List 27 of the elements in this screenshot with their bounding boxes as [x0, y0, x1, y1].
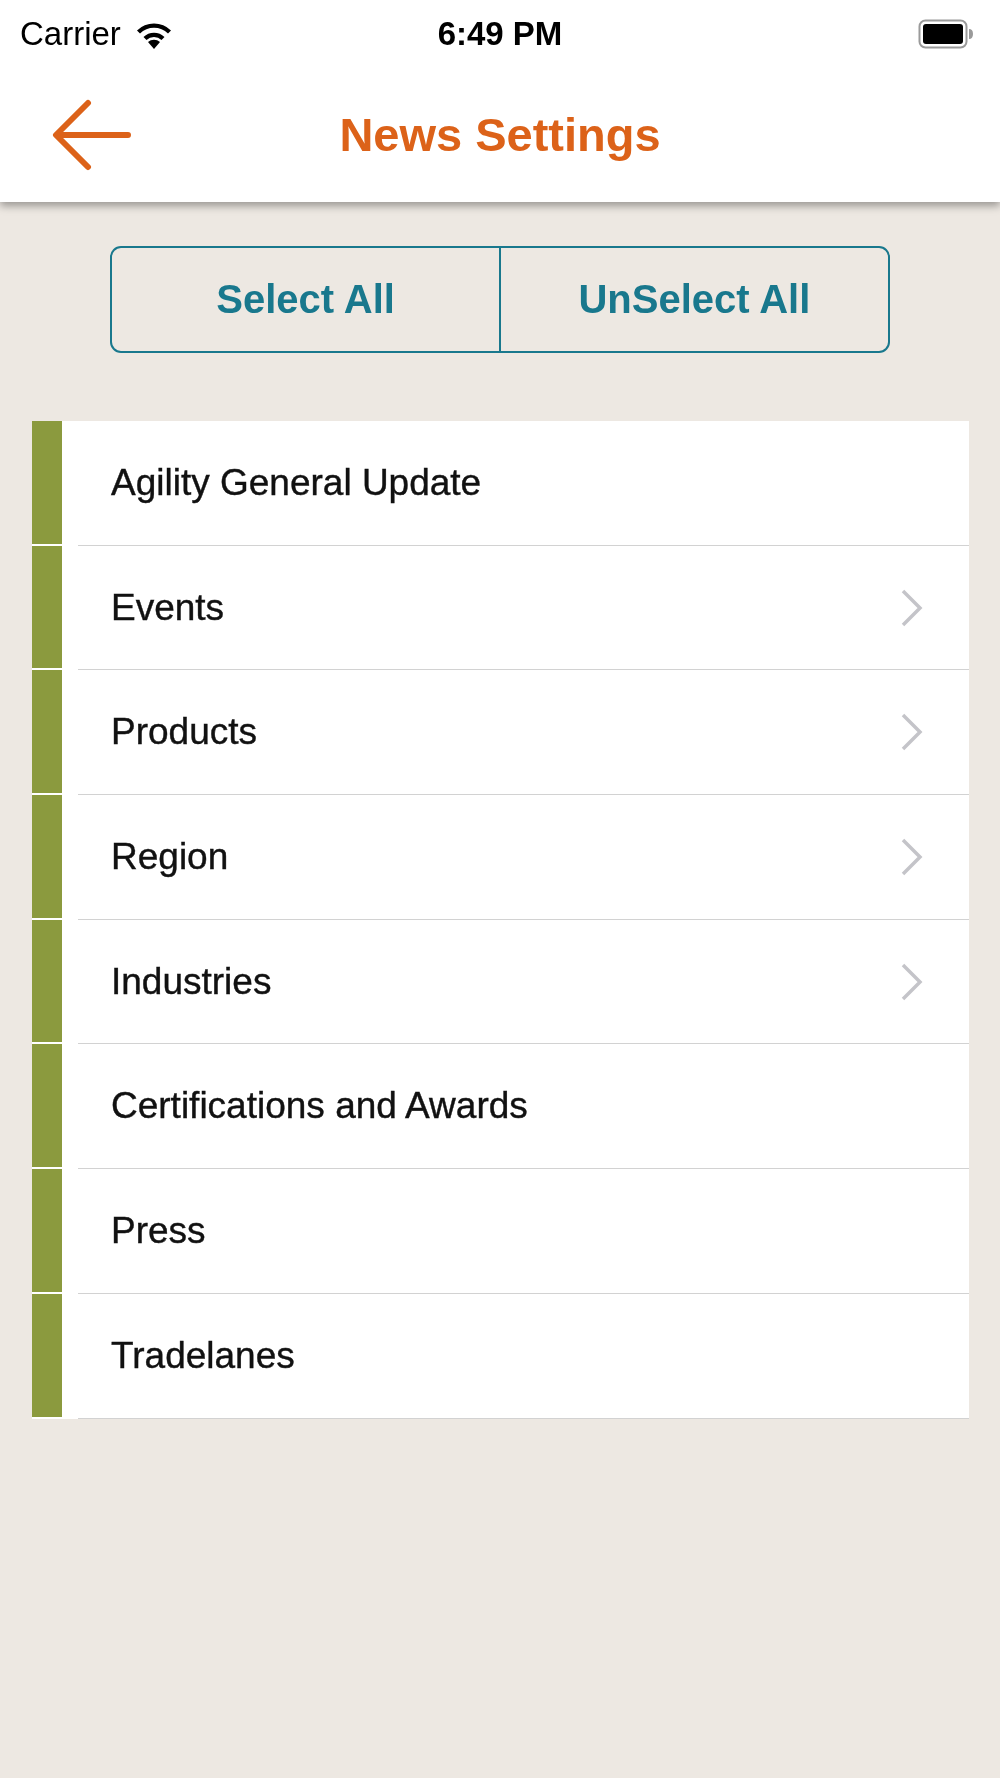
- back-arrow-icon: [52, 99, 132, 171]
- category-label: Press: [111, 1209, 206, 1252]
- news-category-row[interactable]: Industries: [32, 919, 969, 1045]
- select-all-button[interactable]: Select All: [110, 246, 502, 353]
- unselect-all-button[interactable]: UnSelect All: [498, 246, 890, 353]
- chevron-right-icon: [901, 962, 923, 1001]
- category-label: Industries: [111, 960, 272, 1003]
- category-label: Certifications and Awards: [111, 1085, 528, 1128]
- carrier-label: Carrier: [20, 15, 121, 53]
- status-time: 6:49 PM: [437, 15, 563, 53]
- category-label: Region: [111, 835, 229, 878]
- category-label: Products: [111, 711, 257, 754]
- category-label: Events: [111, 586, 225, 629]
- chevron-right-icon: [901, 588, 923, 627]
- news-category-row[interactable]: Products: [32, 670, 969, 796]
- chevron-right-icon: [901, 713, 923, 752]
- news-category-row[interactable]: Region: [32, 795, 969, 920]
- news-category-row[interactable]: Tradelanes: [32, 1293, 969, 1419]
- news-category-row[interactable]: Press: [32, 1169, 969, 1294]
- page-title: News Settings: [339, 106, 661, 163]
- category-label: Agility General Update: [111, 461, 482, 504]
- news-category-row[interactable]: Events: [32, 545, 969, 671]
- category-label: Tradelanes: [111, 1334, 295, 1377]
- news-category-row[interactable]: Agility General Update: [32, 421, 969, 546]
- battery-icon: [918, 19, 974, 49]
- chevron-right-icon: [901, 837, 923, 876]
- news-category-row[interactable]: Certifications and Awards: [32, 1044, 969, 1170]
